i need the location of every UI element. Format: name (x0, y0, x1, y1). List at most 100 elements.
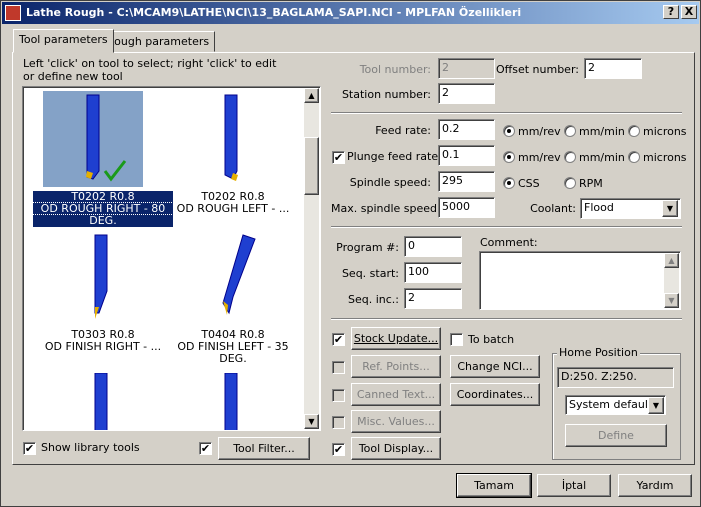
tool-image (43, 233, 143, 329)
feed-mm-min-label: mm/min (579, 125, 625, 138)
station-number-label: Station number: (341, 88, 431, 101)
misc-values-button: Misc. Values... (351, 410, 441, 433)
plunge-feed-checkbox[interactable]: ✔ (332, 151, 345, 164)
tool-caption-line2: OD FINISH RIGHT - ... (44, 340, 162, 353)
station-number-field[interactable]: 2 (438, 83, 495, 104)
ok-button[interactable]: Tamam (456, 473, 532, 498)
window-title: Lathe Rough - C:\MCAM9\LATHE\NCI\13_BAGL… (26, 6, 522, 19)
spindle-css-label: CSS (518, 177, 540, 190)
comment-textarea[interactable] (479, 251, 681, 310)
tool-image (43, 372, 143, 430)
scroll-down-icon[interactable]: ▼ (304, 414, 319, 429)
tool-caption-line2: OD ROUGH LEFT - ... (176, 202, 290, 215)
tool-image (173, 91, 273, 187)
tab-rough-parameters[interactable]: Rough parameters (101, 31, 216, 52)
show-library-checkbox[interactable]: ✔ (23, 442, 36, 455)
tool-item-partial-2[interactable] (163, 372, 303, 430)
comment-scrollbar[interactable]: ▲ ▼ (664, 253, 679, 308)
plunge-microns-radio[interactable] (628, 151, 640, 163)
change-nci-button[interactable]: Change NCI... (450, 355, 540, 378)
tool-filter-checkbox[interactable]: ✔ (199, 442, 212, 455)
spindle-speed-field[interactable]: 295 (438, 171, 495, 192)
tool-number-label: Tool number: (359, 63, 431, 76)
tool-image (173, 233, 273, 329)
canned-text-checkbox (332, 389, 345, 402)
feed-rate-field[interactable]: 0.2 (438, 119, 495, 140)
chevron-down-icon[interactable]: ▼ (648, 397, 664, 414)
misc-values-checkbox (332, 416, 345, 429)
home-position-value: D:250. Z:250. (557, 367, 674, 388)
dialog-window: Lathe Rough - C:\MCAM9\LATHE\NCI\13_BAGL… (0, 0, 701, 507)
scroll-up-icon[interactable]: ▲ (664, 253, 679, 268)
tab-tool-parameters[interactable]: Tool parameters (13, 29, 114, 53)
spindle-rpm-radio[interactable] (564, 177, 576, 189)
app-icon (5, 5, 21, 21)
tool-number-field: 2 (438, 58, 495, 79)
tool-image (173, 372, 273, 430)
tool-list-scrollbar[interactable]: ▲ ▼ (304, 88, 319, 429)
show-library-label: Show library tools (41, 441, 140, 454)
to-batch-checkbox[interactable] (450, 333, 463, 346)
comment-label: Comment: (480, 236, 538, 249)
close-button[interactable]: X (681, 5, 697, 19)
seq-start-label: Seq. start: (341, 267, 399, 280)
max-spindle-field[interactable]: 5000 (438, 197, 495, 218)
offset-number-field[interactable]: 2 (584, 58, 642, 79)
cancel-button[interactable]: İptal (537, 474, 611, 497)
help-button[interactable]: ? (663, 5, 679, 19)
ref-points-button: Ref. Points... (351, 355, 441, 378)
to-batch-label: To batch (468, 333, 515, 346)
offset-number-label: Offset number: (496, 63, 579, 76)
tool-item-t0404[interactable]: T0404 R0.8 OD FINISH LEFT - 35 DEG. (163, 233, 303, 365)
tool-item-t0303[interactable]: T0303 R0.8 OD FINISH RIGHT - ... (33, 233, 173, 363)
check-mark-icon (103, 160, 127, 182)
seq-start-field[interactable]: 100 (404, 262, 462, 283)
tool-item-t0202-left[interactable]: T0202 R0.8 OD ROUGH LEFT - ... (163, 91, 303, 233)
define-button: Define (565, 424, 667, 447)
feed-microns-label: microns (643, 125, 687, 138)
home-position-title: Home Position (557, 346, 640, 359)
tool-list[interactable]: T0202 R0.8 OD ROUGH RIGHT - 80 DEG. T020… (23, 87, 320, 430)
feed-rate-label: Feed rate: (375, 124, 431, 137)
tool-display-button[interactable]: Tool Display... (351, 437, 441, 460)
plunge-feed-label: Plunge feed rate: (347, 150, 442, 163)
scroll-down-icon[interactable]: ▼ (664, 293, 679, 308)
plunge-mm-rev-label: mm/rev (518, 151, 561, 164)
plunge-mm-rev-radio[interactable] (503, 151, 515, 163)
plunge-mm-min-radio[interactable] (564, 151, 576, 163)
scroll-up-icon[interactable]: ▲ (304, 88, 319, 103)
title-bar[interactable]: Lathe Rough - C:\MCAM9\LATHE\NCI\13_BAGL… (2, 2, 699, 24)
program-field[interactable]: 0 (404, 236, 462, 257)
seq-inc-label: Seq. inc.: (347, 293, 399, 306)
plunge-microns-label: microns (643, 151, 687, 164)
max-spindle-label: Max. spindle speed: (331, 202, 441, 215)
home-position-dropdown-value: System default (569, 398, 653, 411)
tool-caption-line2: OD FINISH LEFT - 35 DEG. (177, 340, 289, 365)
coordinates-button[interactable]: Coordinates... (450, 383, 540, 406)
tool-item-partial-1[interactable] (33, 372, 173, 430)
tool-filter-button[interactable]: Tool Filter... (218, 437, 310, 460)
tool-item-t0202-right[interactable]: T0202 R0.8 OD ROUGH RIGHT - 80 DEG. (32, 91, 174, 233)
canned-text-button: Canned Text... (351, 383, 441, 406)
tool-caption-line3: DEG. (32, 214, 174, 228)
feed-mm-min-radio[interactable] (564, 125, 576, 137)
tool-display-checkbox[interactable]: ✔ (332, 443, 345, 456)
separator (331, 112, 682, 114)
plunge-mm-min-label: mm/min (579, 151, 625, 164)
feed-mm-rev-label: mm/rev (518, 125, 561, 138)
spindle-css-radio[interactable] (503, 177, 515, 189)
ref-points-checkbox (332, 361, 345, 374)
help-footer-button[interactable]: Yardım (618, 474, 692, 497)
scroll-thumb[interactable] (304, 137, 319, 195)
spindle-rpm-label: RPM (579, 177, 603, 190)
seq-inc-field[interactable]: 2 (404, 288, 462, 309)
feed-microns-radio[interactable] (628, 125, 640, 137)
plunge-feed-field[interactable]: 0.1 (438, 145, 495, 166)
tool-image (43, 91, 143, 187)
feed-mm-rev-radio[interactable] (503, 125, 515, 137)
stock-update-label: Stock Update... (353, 332, 439, 345)
stock-update-checkbox[interactable]: ✔ (332, 333, 345, 346)
chevron-down-icon[interactable]: ▼ (662, 200, 678, 217)
stock-update-button[interactable]: Stock Update... (351, 327, 441, 350)
separator (331, 318, 682, 320)
